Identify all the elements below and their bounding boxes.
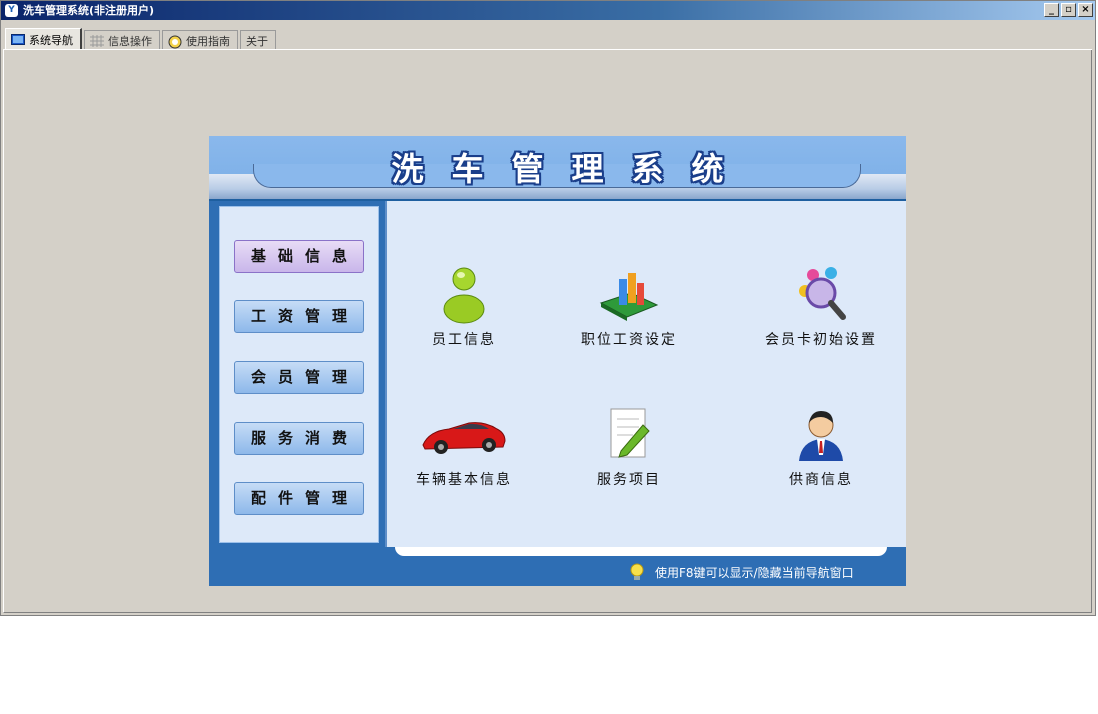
tab-user-guide[interactable]: 使用指南 <box>162 30 238 50</box>
item-label: 会员卡初始设置 <box>765 332 877 348</box>
tab-label: 系统导航 <box>29 33 73 47</box>
item-employee-info[interactable]: 员工信息 <box>394 265 534 349</box>
footer-tip-text: 使用F8键可以显示/隐藏当前导航窗口 <box>655 565 854 580</box>
item-label: 服务项目 <box>597 472 661 488</box>
window-controls: _ ▫ × <box>1044 3 1093 17</box>
magnifier-people-icon <box>791 265 851 325</box>
item-vehicle-info[interactable]: 车辆基本信息 <box>394 405 534 489</box>
tab-label: 关于 <box>246 34 268 48</box>
sidebar-parts-button[interactable]: 配件管理 <box>234 482 364 515</box>
restore-button[interactable]: ▫ <box>1061 3 1076 17</box>
tab-info-ops[interactable]: 信息操作 <box>84 30 160 50</box>
close-button[interactable]: × <box>1078 3 1093 17</box>
main-area: 员工信息 职位工资设定 会员卡初始设置 车辆基本信息 服务项目 供商信息 <box>385 201 906 547</box>
item-label: 车辆基本信息 <box>416 472 512 488</box>
tab-system-nav[interactable]: 系统导航 <box>5 28 82 50</box>
note-pencil-icon <box>599 405 659 465</box>
sidebar-member-button[interactable]: 会员管理 <box>234 361 364 394</box>
footer-arc <box>395 547 887 556</box>
sidebar: 基础信息 工资管理 会员管理 服务消费 配件管理 <box>219 206 379 543</box>
item-member-card-setup[interactable]: 会员卡初始设置 <box>751 265 891 349</box>
employee-icon <box>434 265 494 325</box>
businessman-icon <box>791 405 851 465</box>
item-label: 职位工资设定 <box>581 332 677 348</box>
panel-header: 洗车管理系统 <box>209 136 906 199</box>
app-window: Y 洗车管理系统(非注册用户) _ ▫ × 系统导航 信息操作 使用指南 关于 … <box>0 0 1096 616</box>
navigation-panel: 洗车管理系统 基础信息 工资管理 会员管理 服务消费 配件管理 员工信息 职位工… <box>209 136 906 586</box>
lightbulb-icon <box>629 563 645 581</box>
sidebar-salary-button[interactable]: 工资管理 <box>234 300 364 333</box>
title-bar[interactable]: Y 洗车管理系统(非注册用户) _ ▫ × <box>1 1 1095 20</box>
panel-title: 洗车管理系统 <box>391 150 752 188</box>
item-position-salary[interactable]: 职位工资设定 <box>559 265 699 349</box>
red-car-icon <box>419 405 509 465</box>
item-label: 员工信息 <box>432 332 496 348</box>
minimize-button[interactable]: _ <box>1044 3 1059 17</box>
window-title: 洗车管理系统(非注册用户) <box>23 4 155 17</box>
panel-footer: 使用F8键可以显示/隐藏当前导航窗口 <box>209 547 906 586</box>
tab-label: 信息操作 <box>108 34 152 48</box>
tab-label: 使用指南 <box>186 34 230 48</box>
item-supplier-info[interactable]: 供商信息 <box>751 405 891 489</box>
item-label: 供商信息 <box>789 472 853 488</box>
item-service-projects[interactable]: 服务项目 <box>559 405 699 489</box>
footer-tip: 使用F8键可以显示/隐藏当前导航窗口 <box>629 563 854 581</box>
tab-bar: 系统导航 信息操作 使用指南 关于 <box>5 28 278 50</box>
salary-book-icon <box>599 265 659 325</box>
monitor-icon <box>11 33 25 46</box>
compass-icon <box>168 35 182 48</box>
sidebar-basic-info-button[interactable]: 基础信息 <box>234 240 364 273</box>
grid-icon <box>90 34 104 47</box>
app-logo-icon: Y <box>5 4 18 17</box>
sidebar-service-button[interactable]: 服务消费 <box>234 422 364 455</box>
tab-about[interactable]: 关于 <box>240 30 276 50</box>
